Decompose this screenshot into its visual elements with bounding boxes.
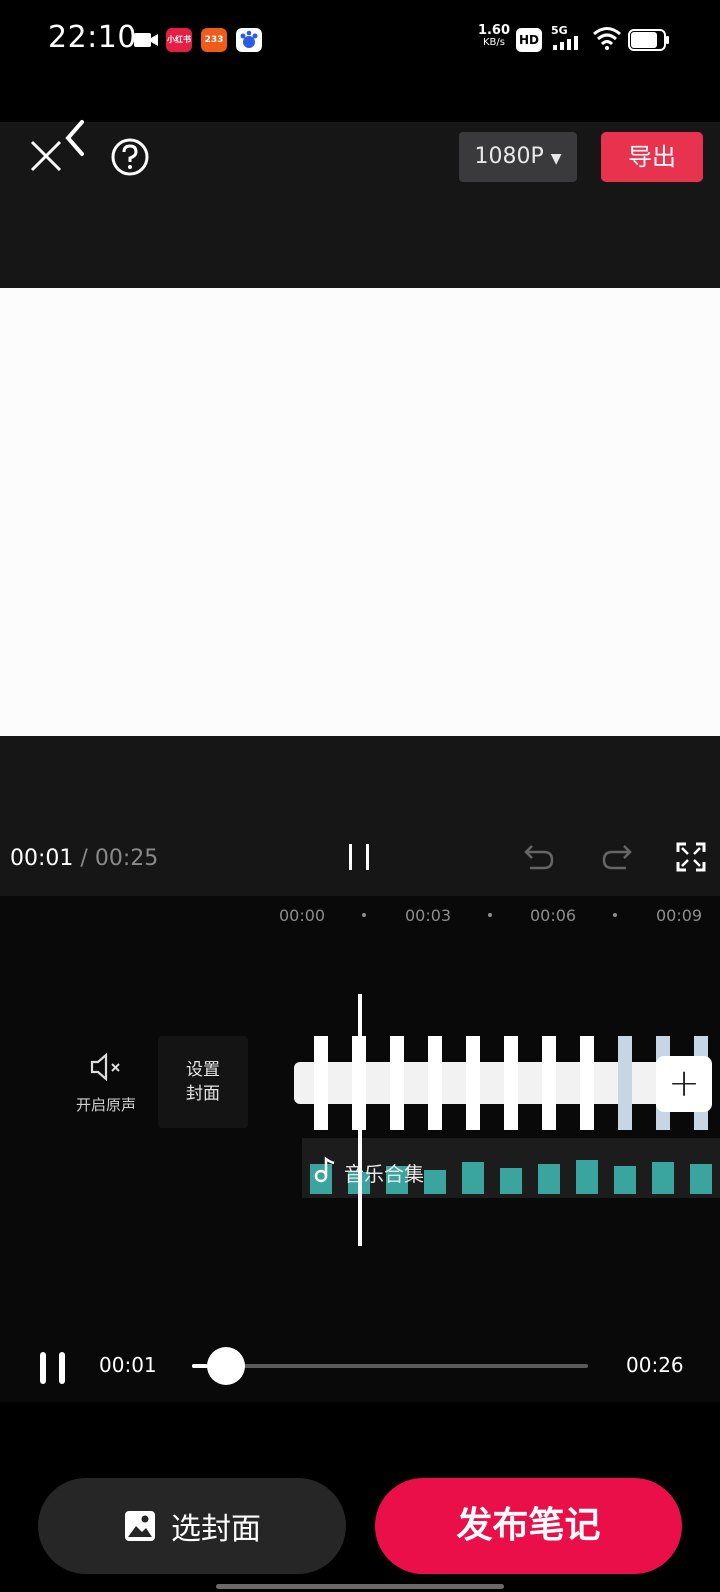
- add-clip-button[interactable]: +: [656, 1056, 712, 1112]
- ruler-label: 00:09: [656, 906, 703, 925]
- clip-frame: [428, 1036, 442, 1130]
- clip-frame: [466, 1036, 480, 1130]
- waveform-bar: [462, 1162, 484, 1194]
- resolution-label: 1080P: [474, 144, 544, 169]
- ruler-label: 00:00: [279, 906, 326, 925]
- clip-frame: [618, 1036, 632, 1130]
- current-time: 00:01: [10, 846, 74, 871]
- set-cover-button[interactable]: 设置 封面: [158, 1036, 248, 1128]
- signal-icon: [553, 36, 578, 50]
- progress-knob[interactable]: [206, 1347, 245, 1385]
- resolution-dropdown[interactable]: 1080P ▼: [459, 132, 577, 182]
- waveform-bar: [690, 1164, 712, 1194]
- ruler-dot: [488, 913, 492, 917]
- hd-badge: HD: [516, 28, 542, 52]
- ruler-label: 00:06: [530, 906, 577, 925]
- mute-icon: [90, 1052, 120, 1082]
- music-note-icon: [314, 1156, 335, 1183]
- fullscreen-icon[interactable]: [676, 842, 706, 872]
- export-button[interactable]: 导出: [601, 132, 703, 182]
- waveform-bar: [576, 1160, 598, 1194]
- progress-slider[interactable]: [192, 1364, 588, 1368]
- waveform-bar: [500, 1168, 522, 1194]
- clip-frame: [504, 1036, 518, 1130]
- caret-down-icon: ▼: [550, 151, 562, 167]
- publish-note-button[interactable]: 发布笔记: [375, 1478, 682, 1574]
- player-current-time: 00:01: [99, 1353, 157, 1377]
- status-time: 22:10: [48, 20, 137, 55]
- total-time: 00:25: [94, 846, 159, 871]
- wifi-icon: [593, 27, 621, 50]
- help-icon[interactable]: [110, 137, 150, 177]
- baidu-icon: [236, 28, 262, 52]
- pause-icon[interactable]: [346, 842, 374, 872]
- preview-controls: [0, 736, 720, 896]
- clip-frame: [542, 1036, 556, 1130]
- waveform-bar: [424, 1170, 446, 1194]
- time-separator: /: [80, 846, 88, 871]
- mute-label: 开启原声: [75, 1096, 136, 1114]
- image-icon: [125, 1511, 155, 1541]
- time-readout: 00:01 / 00:25: [10, 846, 158, 871]
- playhead[interactable]: [358, 994, 362, 1246]
- net-speed: 1.60 KB/s: [477, 23, 511, 48]
- progress-fill: [192, 1364, 208, 1368]
- video-clip-track[interactable]: [294, 1062, 670, 1104]
- battery-icon: [628, 29, 669, 51]
- cover-label-line1: 设置: [186, 1060, 220, 1080]
- clip-frame: [390, 1036, 404, 1130]
- ruler-label: 00:03: [405, 906, 452, 925]
- waveform-bar: [652, 1162, 674, 1194]
- choose-cover-button[interactable]: 选封面: [38, 1478, 346, 1574]
- audio-track-label: 音乐合集: [344, 1162, 424, 1186]
- 233-icon: 233: [201, 28, 227, 52]
- choose-cover-label: 选封面: [171, 1512, 261, 1547]
- waveform-bar: [538, 1164, 560, 1194]
- back-icon[interactable]: [60, 118, 88, 158]
- original-sound-toggle[interactable]: 开启原声: [56, 1052, 156, 1115]
- redo-icon[interactable]: [600, 842, 632, 872]
- camera-icon: [134, 33, 158, 47]
- video-preview[interactable]: [0, 288, 720, 736]
- ruler-dot: [362, 913, 366, 917]
- close-icon[interactable]: [28, 138, 64, 174]
- home-indicator: [216, 1584, 504, 1589]
- cover-label-line2: 封面: [186, 1084, 220, 1104]
- clip-frame: [580, 1036, 594, 1130]
- clip-frame: [314, 1036, 328, 1130]
- waveform-bar: [614, 1166, 636, 1194]
- play-pause-icon[interactable]: [38, 1350, 68, 1386]
- player-duration: 00:26: [626, 1353, 684, 1377]
- xiaohongshu-icon: 小红书: [166, 28, 192, 52]
- ruler-dot: [613, 913, 617, 917]
- undo-icon[interactable]: [524, 842, 556, 872]
